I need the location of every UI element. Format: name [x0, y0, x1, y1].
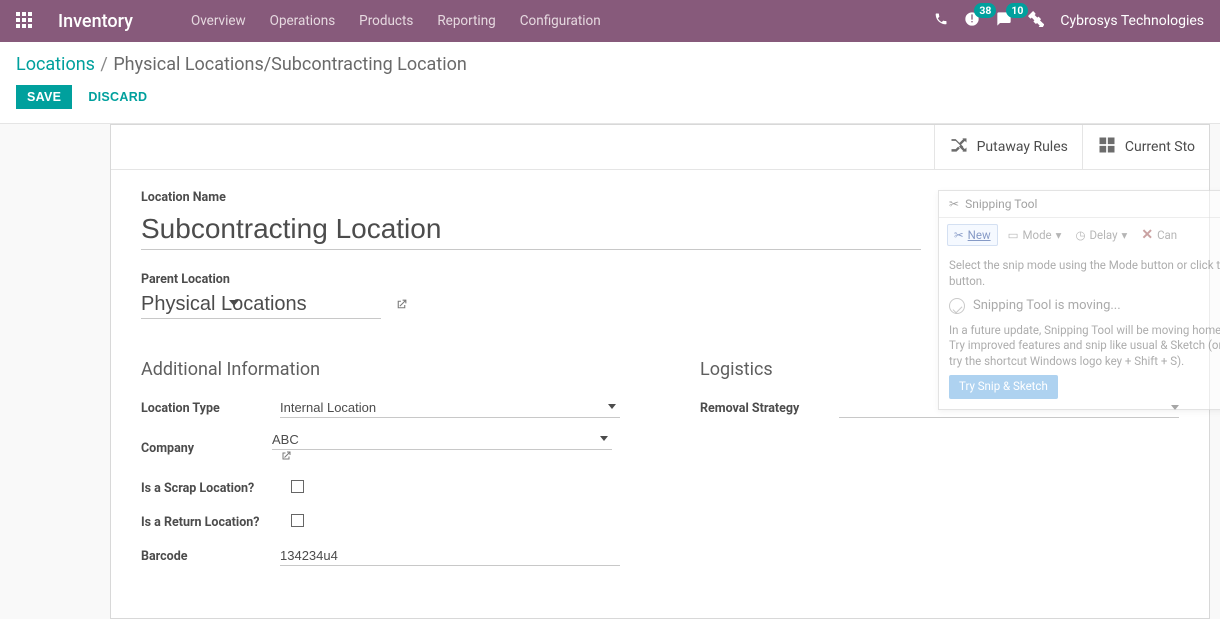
boxes-icon — [1097, 135, 1117, 159]
app-brand[interactable]: Inventory — [58, 11, 133, 32]
company-label: Company — [141, 441, 272, 456]
nav-right: 38 10 Cybrosys Technologies — [934, 11, 1204, 31]
chevron-down-icon: ▾ — [1122, 228, 1128, 242]
external-link-icon[interactable] — [395, 298, 408, 315]
col-additional-info: Additional Information Location Type Com… — [141, 359, 620, 578]
scrap-label: Is a Scrap Location? — [141, 481, 291, 496]
scissors-icon: ✂ — [949, 197, 959, 211]
control-panel: Locations / Physical Locations/Subcontra… — [0, 42, 1220, 113]
apps-icon[interactable] — [16, 12, 34, 30]
row-location-type: Location Type — [141, 396, 620, 420]
chevron-down-icon — [608, 404, 616, 409]
info-icon — [949, 298, 965, 314]
nav-item-reporting[interactable]: Reporting — [425, 13, 507, 29]
nav-item-operations[interactable]: Operations — [258, 13, 348, 29]
nav-item-overview[interactable]: Overview — [179, 13, 258, 29]
breadcrumb-root[interactable]: Locations — [16, 54, 95, 75]
barcode-label: Barcode — [141, 549, 280, 564]
chevron-down-icon — [600, 436, 608, 441]
parent-location-select[interactable] — [141, 293, 381, 319]
external-link-icon[interactable] — [280, 451, 292, 466]
nav-item-products[interactable]: Products — [347, 13, 425, 29]
company-select[interactable] — [272, 430, 612, 450]
rect-icon: ▭ — [1008, 228, 1019, 242]
overlay-toolbar: ✂ New ▭ Mode ▾ ◷ Delay ▾ ✕ Can — [939, 218, 1220, 252]
breadcrumb: Locations / Physical Locations/Subcontra… — [16, 54, 1204, 75]
overlay-title-bar: ✂ Snipping Tool — [939, 191, 1220, 218]
row-company: Company — [141, 430, 620, 466]
overlay-moving-title: Snipping Tool is moving... — [973, 297, 1121, 315]
heading-additional-info: Additional Information — [141, 359, 620, 380]
activities-icon[interactable]: 38 — [964, 11, 980, 31]
activities-badge: 38 — [974, 3, 996, 18]
settings-icon[interactable] — [1028, 11, 1044, 31]
row-scrap: Is a Scrap Location? — [141, 476, 620, 500]
overlay-mode-label: Mode — [1022, 228, 1051, 242]
overlay-delay-label: Delay — [1089, 228, 1117, 242]
save-button[interactable]: SAVE — [16, 85, 72, 109]
messages-badge: 10 — [1006, 3, 1028, 18]
location-name-input[interactable] — [141, 211, 921, 250]
stat-current-stock-label: Current Sto — [1125, 139, 1195, 155]
close-icon: ✕ — [1141, 227, 1153, 243]
row-return: Is a Return Location? — [141, 510, 620, 534]
row-barcode: Barcode — [141, 544, 620, 568]
nav-menu: Overview Operations Products Reporting C… — [179, 13, 613, 29]
company-switcher[interactable]: Cybrosys Technologies — [1060, 13, 1204, 29]
overlay-moving-body: In a future update, Snipping Tool will b… — [949, 323, 1220, 370]
overlay-app-title: Snipping Tool — [965, 197, 1037, 211]
nav-item-configuration[interactable]: Configuration — [508, 13, 613, 29]
stat-putaway-rules[interactable]: Putaway Rules — [934, 125, 1082, 169]
overlay-new-label: New — [968, 228, 991, 242]
overlay-moving-heading: Snipping Tool is moving... — [949, 297, 1220, 315]
scissors-icon: ✂ — [954, 228, 964, 242]
overlay-cancel-label: Can — [1157, 228, 1177, 242]
breadcrumb-current: Physical Locations/Subcontracting Locati… — [113, 54, 467, 75]
shuffle-icon — [949, 135, 969, 159]
phone-icon[interactable] — [934, 12, 948, 30]
overlay-new-button[interactable]: ✂ New — [947, 224, 998, 246]
overlay-mode-button[interactable]: ▭ Mode ▾ — [1004, 225, 1066, 245]
overlay-hint-text: Select the snip mode using the Mode butt… — [949, 258, 1220, 289]
removal-strategy-label: Removal Strategy — [700, 401, 839, 416]
chevron-down-icon — [229, 300, 239, 306]
snipping-tool-overlay: ✂ Snipping Tool ✂ New ▭ Mode ▾ ◷ Delay ▾… — [938, 190, 1220, 410]
overlay-cancel-button[interactable]: ✕ Can — [1137, 224, 1181, 246]
chevron-down-icon: ▾ — [1056, 228, 1062, 242]
clock-icon: ◷ — [1075, 228, 1085, 242]
messages-icon[interactable]: 10 — [996, 11, 1012, 31]
top-navbar: Inventory Overview Operations Products R… — [0, 0, 1220, 42]
location-type-label: Location Type — [141, 401, 280, 416]
stat-current-stock[interactable]: Current Sto — [1082, 125, 1209, 169]
return-label: Is a Return Location? — [141, 515, 291, 530]
overlay-try-button[interactable]: Try Snip & Sketch — [949, 375, 1058, 399]
stat-putaway-label: Putaway Rules — [977, 139, 1068, 155]
stat-button-box: Putaway Rules Current Sto — [111, 125, 1209, 170]
scrap-checkbox[interactable] — [291, 480, 304, 493]
action-buttons: SAVE DISCARD — [16, 85, 1204, 109]
discard-button[interactable]: DISCARD — [88, 90, 147, 104]
overlay-body: Select the snip mode using the Mode butt… — [939, 252, 1220, 409]
return-checkbox[interactable] — [291, 514, 304, 527]
barcode-input[interactable] — [280, 546, 620, 566]
breadcrumb-sep: / — [100, 54, 112, 75]
overlay-delay-button[interactable]: ◷ Delay ▾ — [1071, 225, 1131, 245]
location-type-select[interactable] — [280, 398, 620, 418]
